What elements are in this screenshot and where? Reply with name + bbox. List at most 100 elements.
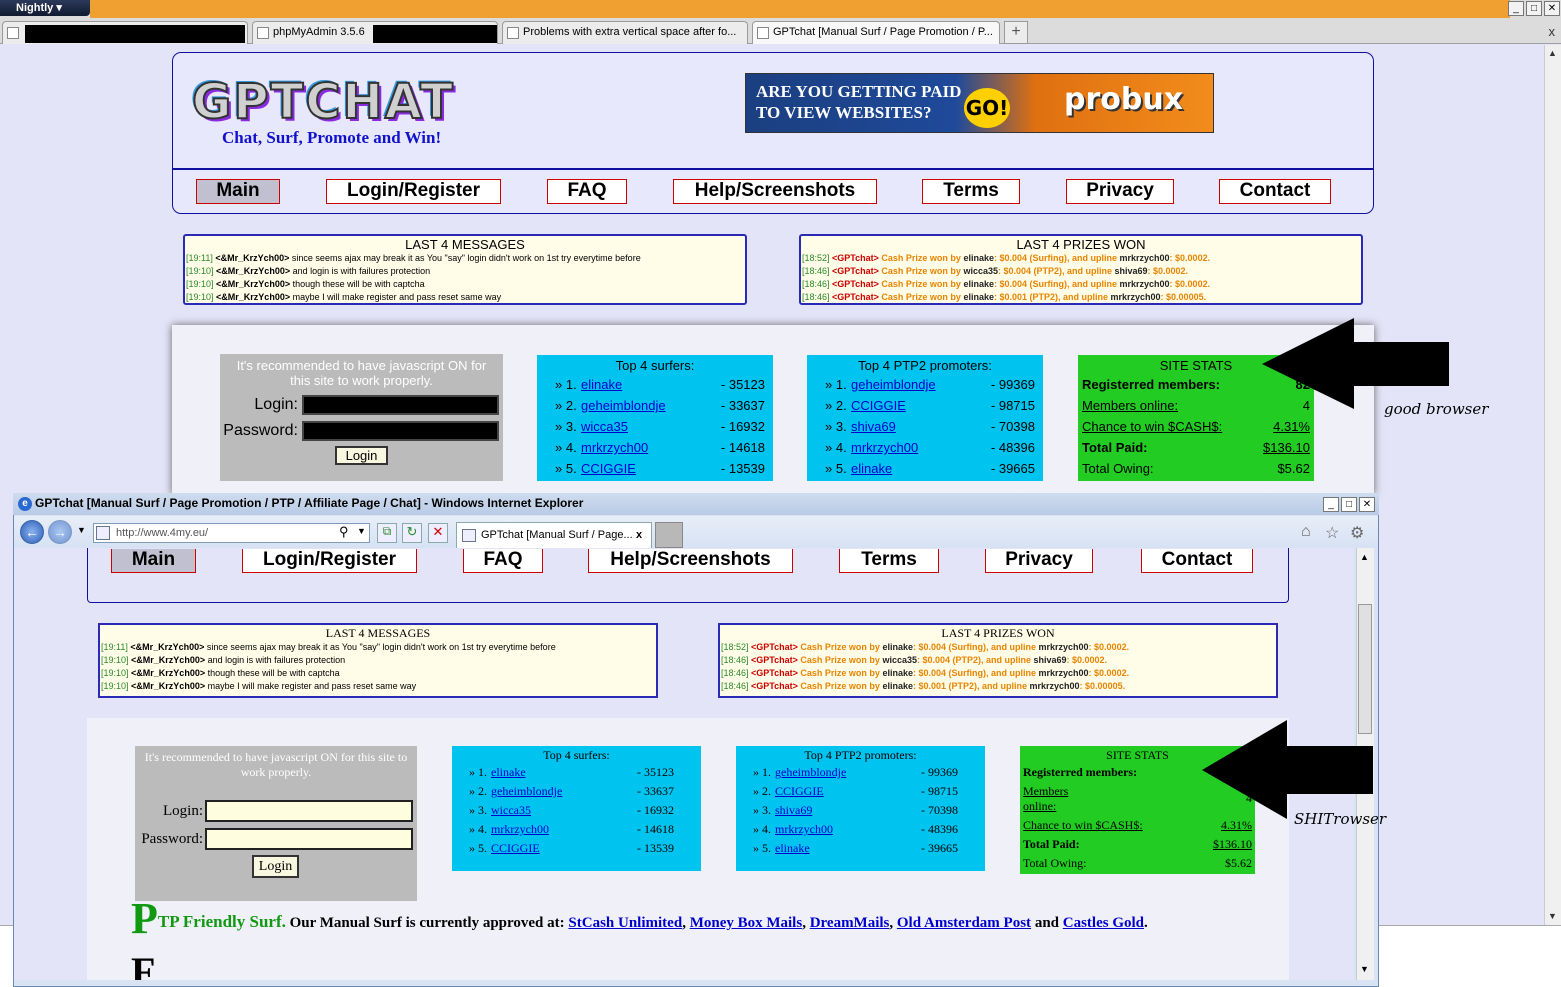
site-logo[interactable]: GPTCHAT [191,73,455,131]
tab-redacted[interactable] [2,21,248,44]
nav-terms[interactable]: Terms [922,179,1020,204]
messages-title: LAST 4 MESSAGES [405,237,525,252]
approved-link[interactable]: Castles Gold [1063,915,1144,931]
javascript-note: It's recommended to have javascript ON f… [236,358,487,388]
ie-tab-close-icon[interactable]: x [636,529,642,541]
close-window-button[interactable]: ✕ [1544,1,1560,16]
user-link[interactable]: mrkrzych00 [581,440,648,461]
ie-nav-faq[interactable]: FAQ [463,549,543,573]
address-dropdown-icon[interactable]: ▼ [357,526,366,536]
user-link[interactable]: CCIGGIE [775,784,824,803]
members-online-link[interactable]: Members online: [1023,784,1083,818]
nav-main[interactable]: Main [196,179,280,204]
user-link[interactable]: shiva69 [851,419,896,440]
user-link[interactable]: geheimblondje [581,398,666,419]
approved-link[interactable]: Money Box Mails [690,915,803,931]
maximize-button[interactable]: □ [1526,1,1542,16]
ie-nav-terms[interactable]: Terms [839,549,939,573]
ie-nav-privacy[interactable]: Privacy [985,549,1093,573]
login-button[interactable]: Login [335,446,388,465]
new-tab-button[interactable]: + [1004,21,1028,44]
address-bar[interactable]: http://www.4my.eu/ [93,523,370,543]
ie-tab-gptchat[interactable]: GPTchat [Manual Surf / Page... [456,522,652,548]
user-link[interactable]: geheimblondje [491,784,562,803]
user-link[interactable]: elinake [851,461,892,482]
ie-nav-main[interactable]: Main [111,549,196,573]
favorites-star-icon[interactable]: ☆ [1325,523,1339,543]
nightly-menu-button[interactable]: Nightly ▾ [0,0,90,16]
nav-privacy[interactable]: Privacy [1066,179,1174,204]
compat-view-icon[interactable]: ⧉ [377,523,397,543]
top-surfers-title: Top 4 surfers: [615,358,695,373]
ie-maximize-button[interactable]: □ [1341,497,1357,512]
list-item: » 3. shiva69- 70398 [825,419,1035,440]
user-link[interactable]: CCIGGIE [851,398,906,419]
home-icon[interactable]: ⌂ [1301,523,1311,541]
user-link[interactable]: shiva69 [775,803,812,822]
ie-minimize-button[interactable]: _ [1323,497,1339,512]
stop-icon[interactable]: ✕ [428,523,448,543]
user-link[interactable]: elinake [775,841,810,860]
drop-cap: P [131,894,158,943]
user-link[interactable]: geheimblondje [775,765,846,784]
next-drop-cap: F [131,950,156,980]
refresh-icon[interactable]: ↻ [402,523,422,543]
approved-link[interactable]: DreamMails [810,915,890,931]
tab-problems[interactable]: Problems with extra vertical space after… [502,21,748,44]
nav-login-register[interactable]: Login/Register [326,179,501,204]
ie-nav-login-register[interactable]: Login/Register [242,549,417,573]
user-link[interactable]: wicca35 [491,803,531,822]
user-link[interactable]: wicca35 [581,419,628,440]
close-tab-icon[interactable]: x [1549,24,1556,39]
firefox-scrollbar[interactable]: ▲ ▼ [1544,45,1561,925]
user-link[interactable]: CCIGGIE [491,841,540,860]
top-ptp-box: Top 4 PTP2 promoters: » 1. geheimblondje -… [807,355,1043,481]
user-link[interactable]: mrkrzych00 [851,440,918,461]
approved-link[interactable]: Old Amsterdam Post [897,915,1031,931]
probux-banner[interactable]: ARE YOU GETTING PAID TO VIEW WEBSITES? GO… [745,73,1214,133]
user-link[interactable]: mrkrzych00 [491,822,549,841]
user-link[interactable]: CCIGGIE [581,461,636,482]
list-item: » 3. wicca35- 16932 [555,419,765,440]
user-link[interactable]: elinake [491,765,526,784]
ie-nav-help[interactable]: Help/Screenshots [588,549,793,573]
ie-close-button[interactable]: ✕ [1359,497,1375,512]
tab-phpmyadmin[interactable]: phpMyAdmin 3.5.6 [252,21,498,44]
nav-help[interactable]: Help/Screenshots [673,179,877,204]
user-link[interactable]: elinake [581,377,622,398]
ie-nav-contact[interactable]: Contact [1141,549,1253,573]
tab-label: phpMyAdmin 3.5.6 [273,26,365,38]
new-tab-button[interactable] [655,522,683,548]
scroll-down-icon[interactable]: ▼ [1548,911,1557,921]
search-icon[interactable]: ⚲ [339,524,349,540]
list-item: » 4. mrkrzych00- 14618 [469,822,674,841]
login-input[interactable] [302,395,499,415]
chance-link[interactable]: Chance to win $CASH$: [1023,818,1143,837]
login-button[interactable]: Login [252,855,299,878]
password-input[interactable] [302,421,499,441]
nav-faq[interactable]: FAQ [547,179,627,204]
login-input[interactable] [205,800,413,822]
ie-scroll-up-icon[interactable]: ▲ [1360,552,1369,562]
forward-arrow-icon[interactable]: → [48,520,72,544]
approved-link[interactable]: StCash Unlimited [568,915,682,931]
list-item: » 2. geheimblondje - 33637 [555,398,765,419]
prize-line: [18:52] <GPTchat> Cash Prize won by elin… [721,642,1130,652]
tab-gptchat[interactable]: GPTchat [Manual Surf / Page Promotion / … [752,21,1000,44]
user-link[interactable]: geheimblondje [851,377,936,398]
ie-scroll-down-icon[interactable]: ▼ [1360,964,1369,974]
user-link[interactable]: mrkrzych00 [775,822,833,841]
ptp-friendly-label: TP Friendly Surf. [157,912,286,931]
scroll-up-icon[interactable]: ▲ [1548,48,1557,58]
password-input[interactable] [205,828,413,850]
members-online-link[interactable]: Members online: [1082,398,1178,419]
back-arrow-icon[interactable]: ← [20,520,44,544]
history-dropdown-icon[interactable]: ▼ [77,525,86,535]
password-label: Password: [141,831,203,847]
minimize-button[interactable]: _ [1508,1,1524,16]
nav-contact[interactable]: Contact [1219,179,1331,204]
chance-link[interactable]: Chance to win $CASH$: [1082,419,1222,440]
settings-gear-icon[interactable]: ⚙ [1350,523,1364,543]
message-line: [19:10] <&Mr_KrzYch00> maybe I will make… [101,681,417,691]
ie-scroll-thumb[interactable] [1358,604,1372,734]
